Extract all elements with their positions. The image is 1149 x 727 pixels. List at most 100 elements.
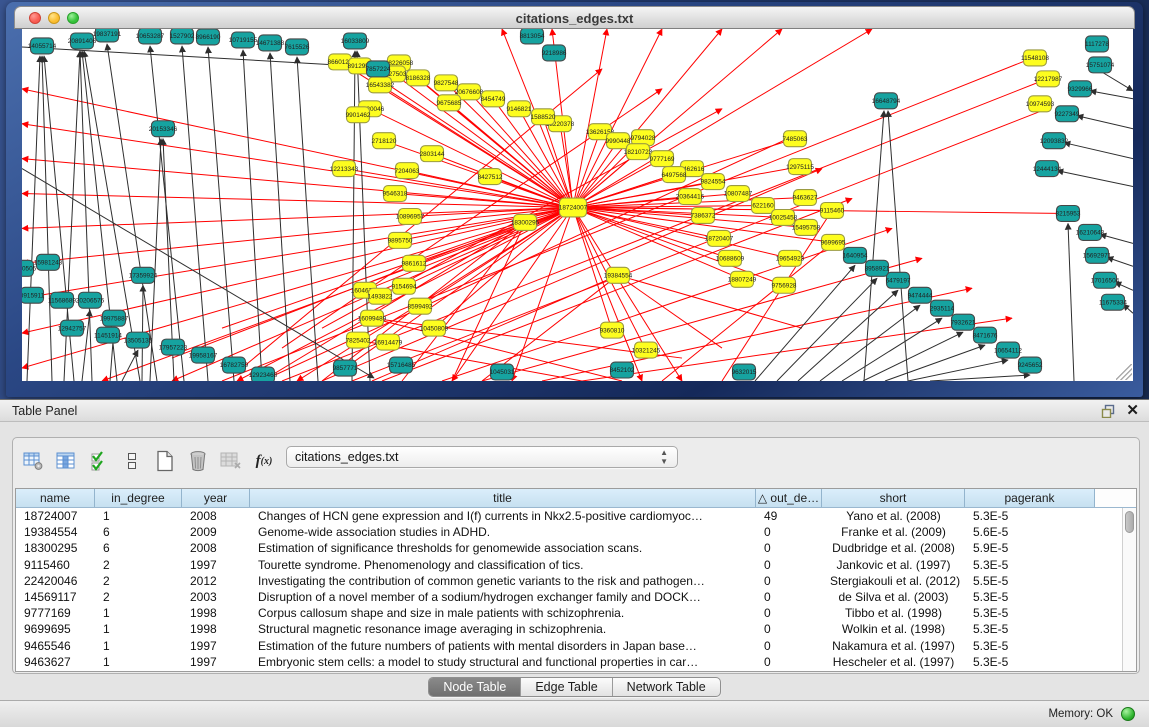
table-row[interactable]: 946362711997Embryonic stem cells: a mode… xyxy=(16,654,1122,670)
new-column-icon[interactable] xyxy=(153,448,177,474)
graph-node[interactable]: 1045031 xyxy=(490,364,515,380)
graph-node[interactable]: 3915911 xyxy=(22,287,45,303)
graph-node[interactable]: 18807249 xyxy=(728,271,757,287)
graph-node[interactable]: 10807487 xyxy=(724,186,753,202)
graph-node[interactable]: 16210643 xyxy=(1076,224,1105,240)
graph-node[interactable]: 12093832 xyxy=(1040,133,1069,149)
graph-node[interactable]: 18724007 xyxy=(559,198,588,217)
graph-node[interactable]: 7857224 xyxy=(366,61,391,77)
graph-node[interactable]: 9218986 xyxy=(542,45,567,61)
graph-node[interactable]: 9546318 xyxy=(383,186,408,202)
graph-node[interactable]: 10974593 xyxy=(1026,96,1055,112)
graph-node[interactable]: 18300295 xyxy=(511,214,540,230)
graph-node[interactable]: 8966190 xyxy=(196,29,221,45)
graph-node[interactable]: 17359924 xyxy=(129,267,158,283)
graph-node[interactable]: 9901462 xyxy=(346,107,371,123)
graph-node[interactable]: 9699695 xyxy=(821,234,846,250)
window-titlebar[interactable]: citations_edges.txt xyxy=(14,6,1135,29)
graph-node[interactable]: 20364416 xyxy=(676,189,705,205)
graph-node[interactable]: 9146821 xyxy=(507,101,532,117)
graph-node[interactable]: 19837191 xyxy=(93,29,122,42)
table-row[interactable]: 1938455462009Genome-wide association stu… xyxy=(16,524,1122,540)
graph-node[interactable]: 2718120 xyxy=(372,133,397,149)
graph-node[interactable]: 16914479 xyxy=(374,334,403,350)
graph-node[interactable]: 7485063 xyxy=(783,131,808,147)
table-row[interactable]: 911546021997Tourette syndrome. Phenomeno… xyxy=(16,557,1122,573)
delete-column-icon[interactable] xyxy=(186,448,210,474)
graph-node[interactable]: 19384554 xyxy=(604,267,633,283)
table-row[interactable]: 2242004622012Investigating the contribut… xyxy=(16,573,1122,589)
graph-node[interactable]: 11451914 xyxy=(94,327,122,343)
graph-node[interactable]: 19958167 xyxy=(189,347,218,363)
graph-node[interactable]: 11568689 xyxy=(48,292,76,308)
graph-node[interactable]: 10688609 xyxy=(716,250,745,266)
graph-node[interactable]: 16099489 xyxy=(358,310,387,326)
table-row[interactable]: 946554611997Estimation of the future num… xyxy=(16,638,1122,654)
graph-node[interactable]: 8471676 xyxy=(973,327,998,343)
graph-node[interactable]: 10450809 xyxy=(420,320,449,336)
graph-node[interactable]: 9463627 xyxy=(793,190,818,206)
graph-node[interactable]: 12213343 xyxy=(330,161,359,177)
graph-node[interactable]: 9895750 xyxy=(388,232,413,248)
select-columns-icon[interactable] xyxy=(87,448,111,474)
graph-node[interactable]: 9632015 xyxy=(732,364,757,380)
tab-node-table[interactable]: Node Table xyxy=(429,678,521,696)
scrollbar-thumb[interactable] xyxy=(1125,511,1134,533)
graph-node[interactable]: 15716485 xyxy=(387,357,416,373)
float-panel-icon[interactable] xyxy=(1101,404,1116,418)
graph-node[interactable]: 9474444 xyxy=(908,287,933,303)
graph-node[interactable]: 11675334 xyxy=(1099,294,1127,310)
graph-node[interactable]: 9227349 xyxy=(1055,106,1080,122)
graph-node[interactable]: 6479197 xyxy=(886,272,911,288)
graph-node[interactable]: 9329966 xyxy=(1068,81,1093,97)
network-canvas[interactable]: 1872400718300295193845541822037813626158… xyxy=(22,29,1133,381)
graph-node[interactable]: 13505135 xyxy=(124,332,153,348)
graph-node[interactable]: 6497568 xyxy=(662,167,687,183)
graph-node[interactable]: 9756928 xyxy=(772,277,797,293)
graph-node[interactable]: 8452102 xyxy=(610,362,635,378)
graph-node[interactable]: 19975887 xyxy=(100,310,129,326)
table-row[interactable]: 969969511998Structural magnetic resonanc… xyxy=(16,621,1122,637)
graph-node[interactable]: 8454749 xyxy=(481,91,506,107)
graph-node[interactable]: 8599492 xyxy=(408,298,433,314)
column-header-out_de[interactable]: △ out_de… xyxy=(756,489,822,507)
column-header-short[interactable]: short xyxy=(822,489,965,507)
graph-node[interactable]: 1640954 xyxy=(843,247,868,263)
graph-node[interactable]: 20153346 xyxy=(149,121,178,137)
graph-node[interactable]: 12217987 xyxy=(1034,71,1063,87)
graph-node[interactable]: 8958921 xyxy=(865,260,890,276)
memory-status-icon[interactable] xyxy=(1121,707,1135,721)
graph-node[interactable]: 9824554 xyxy=(701,174,726,190)
graph-node[interactable]: 16648794 xyxy=(872,93,901,109)
graph-node[interactable]: 9154694 xyxy=(392,278,417,294)
graph-node[interactable]: 12444134 xyxy=(1033,161,1062,177)
graph-node[interactable]: 18210723 xyxy=(624,144,653,160)
graph-node[interactable]: 11548108 xyxy=(1021,50,1049,66)
table-mode-icon[interactable] xyxy=(21,448,45,474)
graph-node[interactable]: 9360810 xyxy=(600,322,625,338)
graph-node[interactable]: 14055714 xyxy=(28,38,57,54)
graph-node[interactable]: 1117278 xyxy=(1085,36,1109,52)
tab-network-table[interactable]: Network Table xyxy=(613,678,720,696)
graph-node[interactable]: 1493822 xyxy=(368,288,393,304)
graph-node[interactable]: 16543382 xyxy=(366,77,395,93)
column-header-name[interactable]: name xyxy=(16,489,95,507)
row-height-icon[interactable] xyxy=(120,448,144,474)
graph-node[interactable]: 16033809 xyxy=(341,33,370,49)
network-graph[interactable]: 1872400718300295193845541822037813626158… xyxy=(22,29,1133,381)
table-row[interactable]: 1830029562008Estimation of significance … xyxy=(16,540,1122,556)
graph-node[interactable]: 17957223 xyxy=(159,339,188,355)
graph-node[interactable]: 9245652 xyxy=(1018,357,1043,373)
close-panel-icon[interactable]: ✕ xyxy=(1126,403,1139,418)
graph-node[interactable]: 8813054 xyxy=(520,29,545,44)
graph-node[interactable]: 7204063 xyxy=(395,163,420,179)
graph-node[interactable]: 10654112 xyxy=(994,342,1022,358)
graph-node[interactable]: 9861612 xyxy=(402,255,427,271)
table-selector-dropdown[interactable]: citations_edges.txt ▲▼ xyxy=(286,446,678,468)
show-columns-icon[interactable] xyxy=(54,448,78,474)
graph-node[interactable]: 15751074 xyxy=(1086,57,1115,73)
graph-node[interactable]: 9115460 xyxy=(820,203,845,219)
graph-node[interactable]: 15495758 xyxy=(792,219,821,235)
graph-node[interactable]: 7386372 xyxy=(691,207,716,223)
graph-node[interactable]: 8215953 xyxy=(1056,205,1081,221)
